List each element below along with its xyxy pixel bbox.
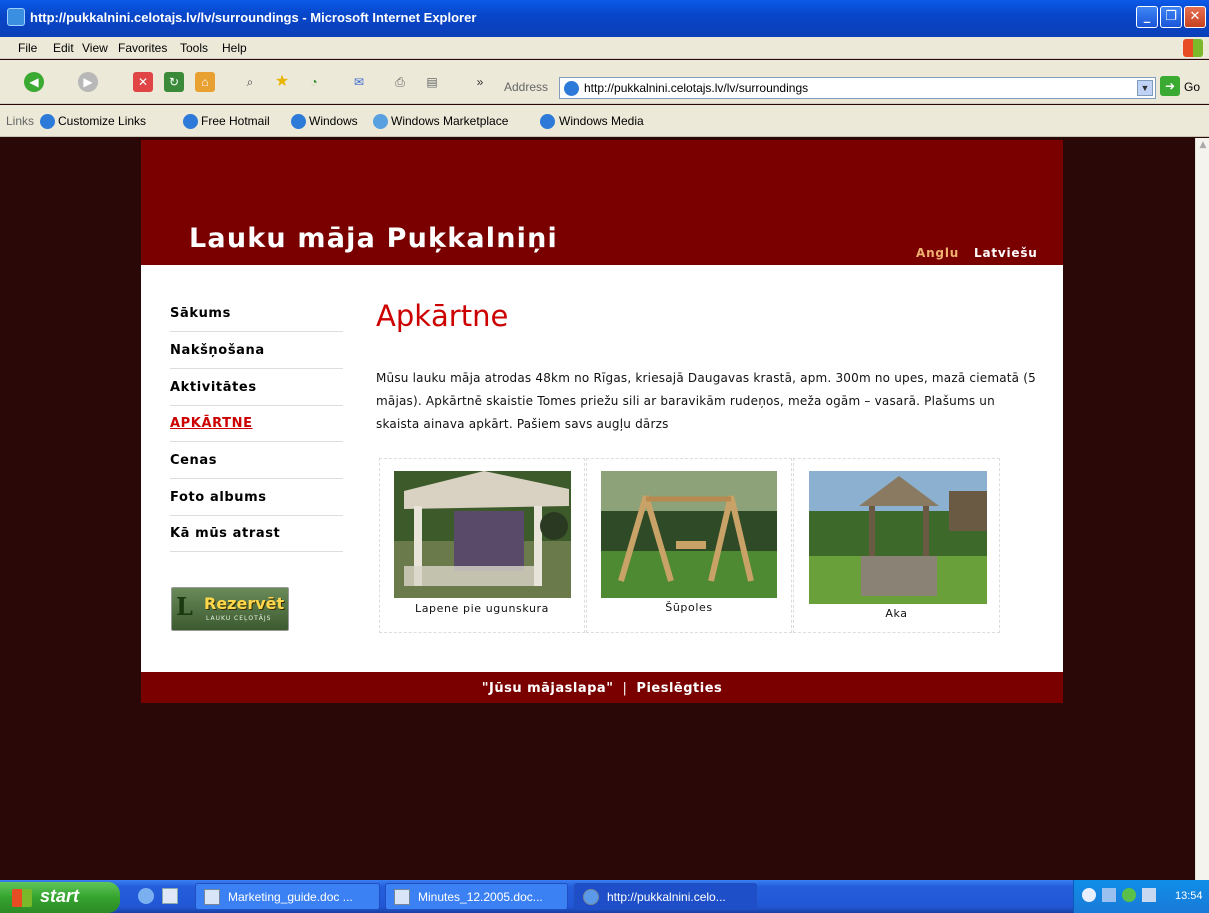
forward-icon[interactable]: ▶ (78, 72, 98, 92)
task-label: Minutes_12.2005.doc... (418, 890, 543, 904)
menu-file[interactable]: File (18, 41, 37, 55)
tray-expand-icon[interactable] (1082, 888, 1096, 902)
task-marketing-guide[interactable]: Marketing_guide.doc ... (195, 883, 380, 910)
task-ie-window[interactable]: http://pukkalnini.celo... (574, 883, 757, 910)
link-windows-media[interactable]: Windows Media (559, 114, 644, 128)
security-icon[interactable] (1122, 888, 1136, 902)
photo-caption: Lapene pie ugunskura (414, 602, 550, 615)
word-doc-icon (394, 889, 410, 905)
menu-edit[interactable]: Edit (53, 41, 74, 55)
favorites-icon[interactable]: ★ (272, 72, 292, 92)
go-arrow-icon[interactable]: ➜ (1160, 76, 1180, 96)
clock: 13:54 (1175, 890, 1203, 902)
ie-link-icon (40, 114, 55, 129)
mail-icon[interactable]: ✉ (349, 72, 369, 92)
taskbar: start Marketing_guide.doc ... Minutes_12… (0, 880, 1209, 913)
menu-favorites[interactable]: Favorites (118, 41, 167, 55)
minimize-button[interactable]: _ (1136, 6, 1158, 28)
toolbar: ◀ ▶ ✕ ↻ ⌂ ⌕ ★ ◔ ✉ ⎙ ▤ » Address http://p… (0, 60, 1209, 104)
history-icon[interactable]: ◔ (304, 72, 324, 92)
menu-help[interactable]: Help (222, 41, 247, 55)
photo-supoles[interactable] (601, 471, 777, 598)
photo-caption: Šūpoles (665, 601, 713, 614)
address-label: Address (504, 80, 549, 94)
nav-item-aktivitates[interactable]: Aktivitātes (170, 369, 343, 406)
start-label: start (40, 886, 80, 906)
footer-login-link[interactable]: Pieslēgties (636, 681, 722, 696)
ie-quicklaunch-icon[interactable] (138, 888, 154, 904)
celotajs-logo-icon: L (176, 592, 193, 621)
windows-logo-icon (1183, 39, 1203, 57)
window-title: http://pukkalnini.celotajs.lv/lv/surroun… (30, 10, 477, 25)
lang-latvian-link[interactable]: Latviešu (974, 246, 1038, 260)
menu-bar: File Edit View Favorites Tools Help (0, 37, 1209, 59)
windows-flag-icon (12, 889, 32, 907)
footer-homepage-link[interactable]: "Jūsu mājaslapa" (482, 681, 614, 696)
scroll-up-icon[interactable]: ▲ (1197, 140, 1209, 154)
nav-item-cenas[interactable]: Cenas (170, 442, 343, 479)
link-windows[interactable]: Windows (309, 114, 358, 128)
print-icon[interactable]: ⎙ (390, 72, 410, 92)
link-windows-marketplace[interactable]: Windows Marketplace (391, 114, 508, 128)
edit-icon[interactable]: ▤ (422, 72, 442, 92)
reserve-sublabel: LAUKU CEĻOTĀJS (206, 615, 272, 622)
site-footer: "Jūsu mājaslapa" | Pieslēgties (141, 672, 1063, 703)
refresh-icon[interactable]: ↻ (164, 72, 184, 92)
nav-item-apkartne[interactable]: APKĀRTNE (170, 405, 343, 442)
address-input[interactable]: http://pukkalnini.celotajs.lv/lv/surroun… (559, 77, 1156, 99)
home-icon[interactable]: ⌂ (195, 72, 215, 92)
photo-caption: Aka (885, 607, 908, 620)
ie-window-icon (7, 8, 25, 26)
page-title: Apkārtne (376, 299, 509, 333)
vertical-scrollbar[interactable]: ▲ (1195, 138, 1209, 880)
start-button[interactable]: start (0, 882, 120, 913)
nav-item-foto-albums[interactable]: Foto albums (170, 479, 343, 516)
task-label: http://pukkalnini.celo... (607, 890, 726, 904)
address-dropdown-icon[interactable]: ▼ (1137, 80, 1153, 96)
address-url: http://pukkalnini.celotajs.lv/lv/surroun… (584, 81, 809, 95)
lang-english-link[interactable]: Anglu (916, 246, 959, 260)
reserve-button[interactable]: L Rezervēt LAUKU CEĻOTĀJS (171, 587, 289, 631)
close-button[interactable]: ✕ (1184, 6, 1206, 28)
reserve-label: Rezervēt (204, 594, 285, 613)
task-label: Marketing_guide.doc ... (228, 890, 353, 904)
nav-item-sakums[interactable]: Sākums (170, 295, 343, 332)
links-bar: Links Customize Links Free Hotmail Windo… (0, 105, 1209, 137)
nav-item-ka-mus-atrast[interactable]: Kā mūs atrast (170, 515, 343, 552)
ie-page-icon (564, 81, 579, 96)
show-desktop-icon[interactable] (162, 888, 178, 904)
nav-item-naksnosana[interactable]: Nakšņošana (170, 332, 343, 369)
ie-link-icon (291, 114, 306, 129)
site-title: Lauku māja Puķkalniņi (189, 223, 559, 254)
link-customize[interactable]: Customize Links (58, 114, 146, 128)
ie-link-icon (183, 114, 198, 129)
ie-task-icon (583, 889, 599, 905)
footer-separator: | (622, 681, 628, 696)
task-minutes[interactable]: Minutes_12.2005.doc... (385, 883, 568, 910)
ie-link-icon (540, 114, 555, 129)
chevron-more-icon[interactable]: » (470, 72, 490, 92)
restore-button[interactable]: ❐ (1160, 6, 1182, 28)
intro-text: Mūsu lauku māja atrodas 48km no Rīgas, k… (376, 371, 1036, 431)
menu-tools[interactable]: Tools (180, 41, 208, 55)
marketplace-icon (373, 114, 388, 129)
window-title-bar: http://pukkalnini.celotajs.lv/lv/surroun… (0, 0, 1209, 37)
photo-lapene[interactable] (394, 471, 571, 598)
links-label: Links (6, 114, 35, 128)
display-icon[interactable] (1142, 888, 1156, 902)
go-button[interactable]: Go (1184, 80, 1200, 94)
back-icon[interactable]: ◀ (24, 72, 44, 92)
stop-icon[interactable]: ✕ (133, 72, 153, 92)
search-icon[interactable]: ⌕ (240, 72, 260, 92)
word-doc-icon (204, 889, 220, 905)
menu-view[interactable]: View (82, 41, 108, 55)
link-free-hotmail[interactable]: Free Hotmail (201, 114, 270, 128)
network-icon[interactable] (1102, 888, 1116, 902)
photo-aka[interactable] (809, 471, 987, 604)
